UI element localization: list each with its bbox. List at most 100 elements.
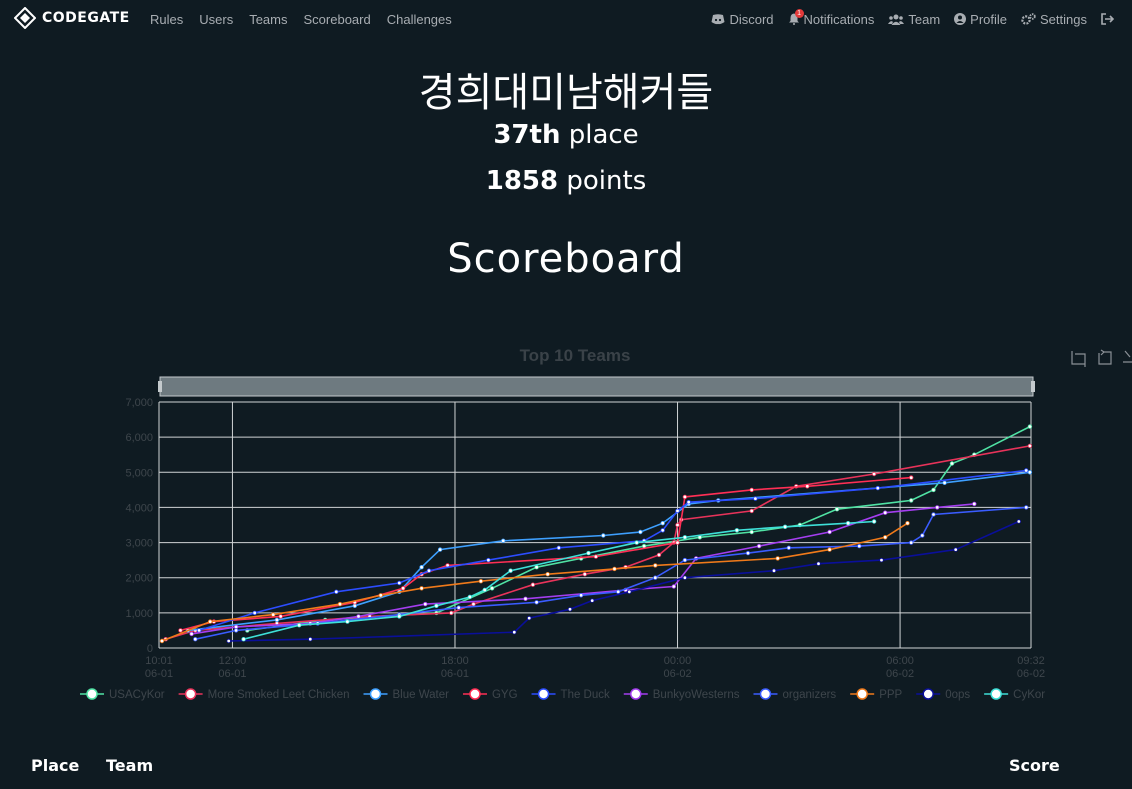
data-point [397, 614, 402, 619]
data-point [909, 540, 914, 545]
top-teams-chart[interactable]: Top 10 Teams 0 1,000 2,000 3,000 4,000 5,000 6… [0, 330, 1132, 720]
data-point [753, 496, 758, 501]
nav-team-label: Team [908, 11, 941, 27]
chart-series [159, 424, 1033, 644]
legend-label: organizers [782, 689, 836, 701]
data-point [627, 589, 632, 594]
data-point [489, 586, 495, 591]
table-header-place: Place [31, 756, 80, 775]
legend-label: GYG [492, 689, 518, 701]
x-tick-date: 06-01 [441, 668, 469, 680]
legend-label: The Duck [561, 689, 610, 701]
data-point [345, 619, 350, 624]
nav-logout[interactable] [1101, 13, 1118, 25]
y-tick-label: 4,000 [125, 502, 153, 514]
data-point [419, 564, 424, 570]
data-point [653, 563, 658, 568]
gears-icon [1021, 13, 1036, 25]
data-point [556, 545, 561, 550]
nav-team[interactable]: Team [888, 12, 940, 27]
nav-discord-label: Discord [729, 11, 774, 27]
legend-item[interactable]: GYG [462, 688, 518, 701]
nav-settings-label: Settings [1040, 11, 1087, 27]
data-point [233, 628, 239, 633]
data-point [356, 614, 361, 619]
data-point [467, 594, 472, 600]
legend-item[interactable]: 0ops [916, 688, 970, 701]
nav-profile[interactable]: Profile [954, 12, 1007, 27]
legend-item[interactable]: More Smoked Leet Chicken [178, 688, 350, 701]
legend-marker [184, 688, 197, 700]
slider-handle-right[interactable] [1031, 381, 1035, 392]
data-point [734, 528, 740, 533]
data-point [397, 580, 402, 586]
data-point [437, 547, 443, 552]
nav-discord[interactable]: Discord [711, 11, 774, 27]
data-point [875, 485, 880, 491]
data-point [827, 547, 832, 552]
data-point [1027, 424, 1033, 429]
legend-marker [369, 688, 382, 700]
legend-marker [630, 688, 642, 700]
data-point [241, 637, 246, 642]
x-tick-time: 00:00 [664, 655, 692, 667]
legend-marker [469, 688, 481, 700]
legend-item[interactable]: USACyKor [80, 688, 165, 701]
nav-teams[interactable]: Teams [249, 12, 287, 27]
data-point [905, 520, 910, 526]
x-tick-time: 10:01 [145, 655, 173, 667]
data-point [879, 557, 884, 563]
nav-scoreboard[interactable]: Scoreboard [304, 12, 371, 27]
data-point [931, 487, 936, 493]
codegate-logo-icon [14, 7, 36, 29]
data-point [675, 540, 680, 545]
legend-item[interactable]: Blue Water [363, 688, 450, 701]
zoom-reset-icon[interactable] [1098, 349, 1112, 365]
data-point [949, 461, 955, 466]
data-point [471, 601, 476, 607]
data-point [271, 612, 276, 617]
legend-label: 0ops [945, 689, 970, 701]
data-point [534, 564, 539, 570]
x-tick-time: 06:00 [886, 655, 914, 667]
legend-item[interactable]: CyKor [984, 688, 1045, 701]
notification-badge: 1 [794, 9, 804, 18]
data-point [586, 550, 591, 556]
nav-rules[interactable]: Rules [150, 12, 183, 27]
data-point [682, 535, 688, 540]
zoom-area-icon[interactable] [1071, 351, 1086, 367]
x-tick-date: 06-02 [663, 668, 691, 680]
legend-item[interactable]: BunkyoWesterns [623, 688, 740, 701]
data-point [827, 529, 832, 535]
nav-user-links: Discord 1 Notifications Team Profile Set… [697, 0, 1118, 38]
download-icon[interactable] [1123, 350, 1132, 363]
legend-item[interactable]: organizers [753, 688, 836, 701]
nav-notifications[interactable]: 1 Notifications [788, 9, 874, 27]
legend-item[interactable]: PPP [850, 688, 903, 701]
slider-handle-left[interactable] [158, 381, 162, 392]
data-point [193, 637, 198, 642]
data-point [486, 557, 491, 563]
nav-settings[interactable]: Settings [1021, 12, 1087, 27]
discord-icon [711, 13, 725, 24]
legend-item[interactable]: The Duck [531, 688, 610, 701]
data-point [682, 575, 688, 580]
data-point [786, 545, 791, 550]
data-point [593, 554, 599, 559]
data-point [334, 589, 339, 594]
y-axis: 0 1,000 2,000 3,000 4,000 5,000 6,000 7,000 [125, 397, 153, 655]
team-points: 1858 points [0, 166, 1132, 196]
brand-logo[interactable]: CODEGATE [14, 7, 130, 29]
nav-users[interactable]: Users [199, 12, 233, 27]
nav-challenges[interactable]: Challenges [387, 12, 452, 27]
data-point [233, 624, 239, 630]
y-tick-label: 7,000 [125, 397, 153, 409]
series-usacykor [245, 424, 1033, 633]
data-point [274, 617, 280, 623]
data-point [508, 568, 513, 573]
data-point [942, 480, 947, 485]
bell-icon: 1 [788, 9, 804, 25]
brand-text: CODEGATE [42, 10, 130, 26]
data-zoom-slider[interactable] [158, 376, 1035, 397]
legend-marker [990, 688, 1002, 700]
